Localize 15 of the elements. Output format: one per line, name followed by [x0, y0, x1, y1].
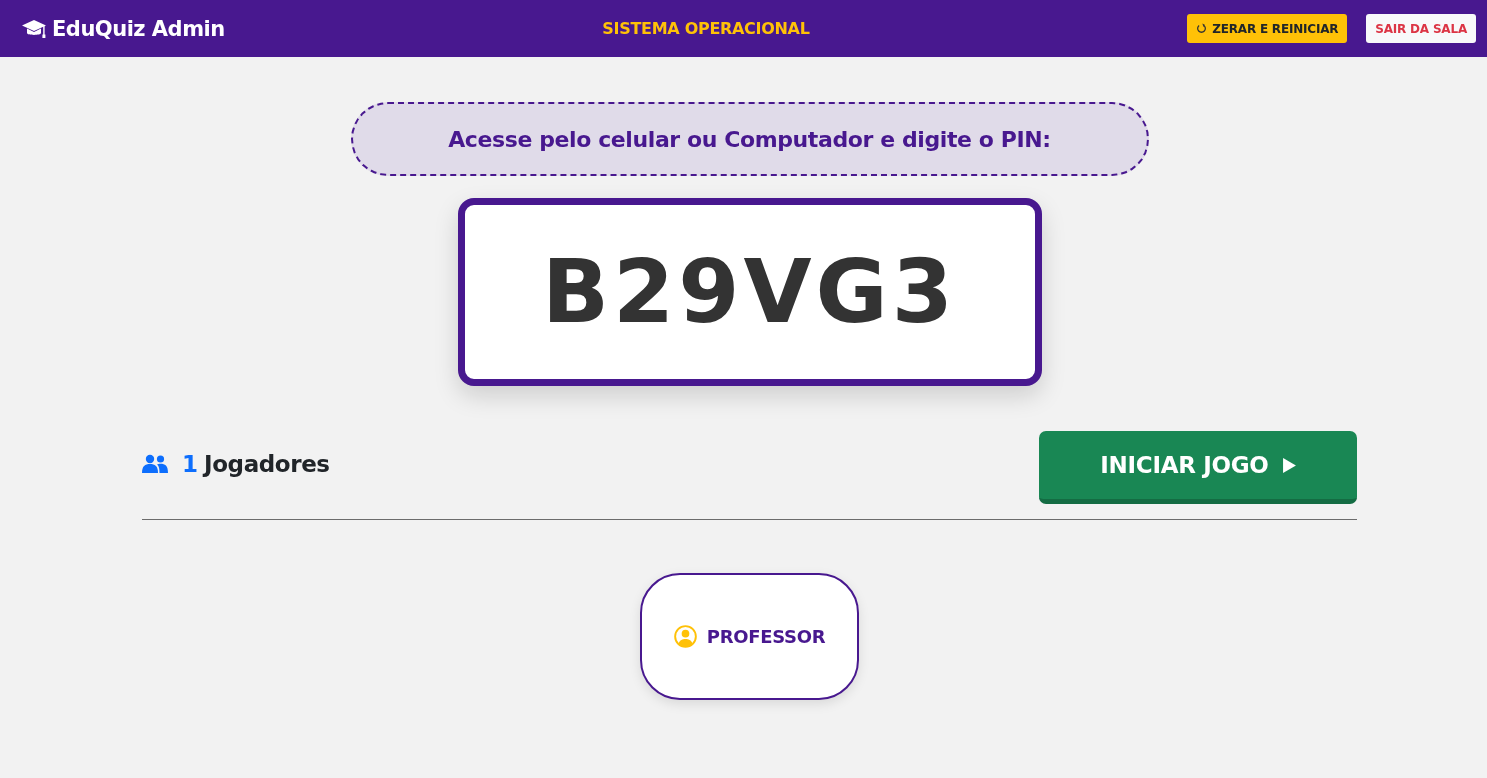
player-name: PROFESSOR — [706, 626, 826, 647]
start-game-button[interactable]: INICIAR JOGO — [1039, 431, 1357, 504]
reset-button[interactable]: ZERAR E REINICIAR — [1187, 14, 1348, 43]
players-label: Jogadores — [204, 450, 330, 477]
users-icon — [142, 453, 168, 474]
pin-code: B29VG3 — [541, 248, 958, 336]
player-count: 1 — [182, 450, 198, 477]
leave-room-button[interactable]: SAIR DA SALA — [1366, 14, 1476, 43]
system-status: SISTEMA OPERACIONAL — [602, 19, 810, 38]
refresh-icon — [1196, 23, 1208, 34]
app-title: EduQuiz Admin — [52, 16, 225, 41]
graduation-cap-icon — [22, 18, 46, 39]
play-icon — [1282, 457, 1296, 473]
instruction-banner: Acesse pelo celular ou Computador e digite o PIN: — [350, 102, 1149, 176]
user-circle-icon — [673, 625, 697, 648]
